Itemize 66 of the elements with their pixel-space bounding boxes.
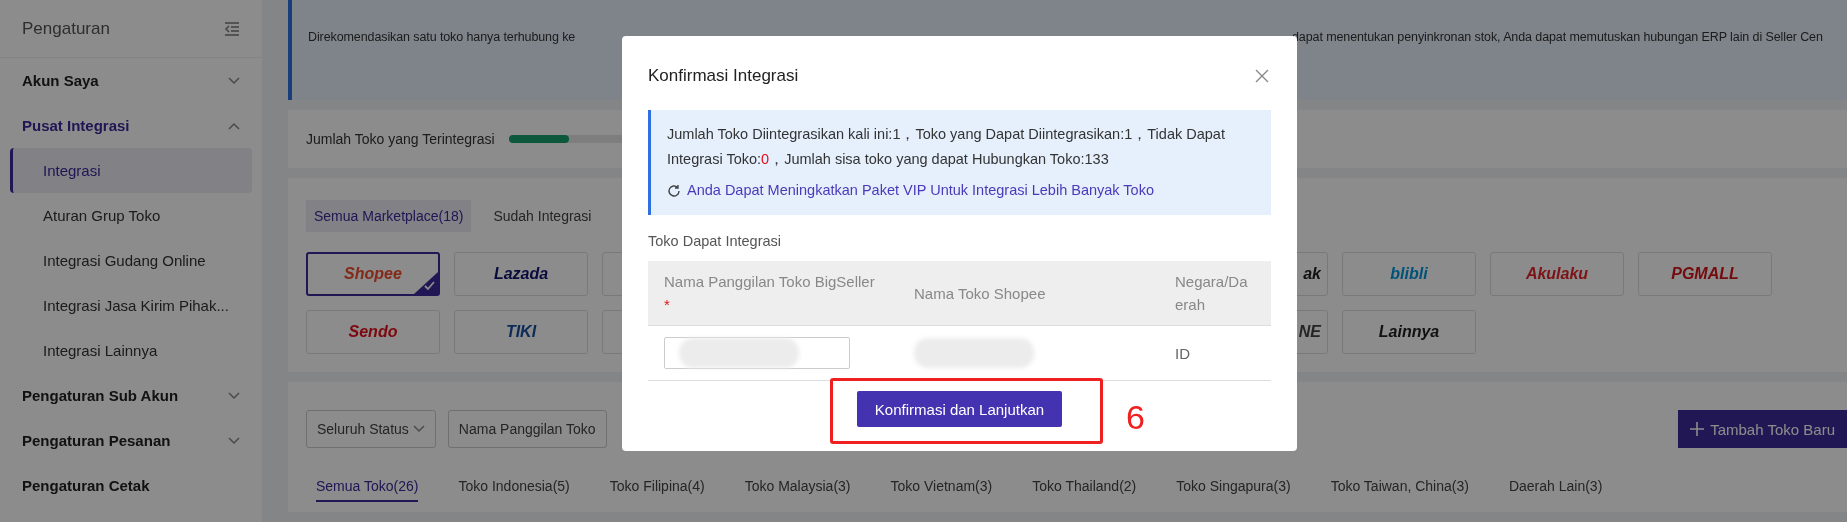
count-label: Jumlah Toko yang Terintegrasi bbox=[306, 131, 495, 147]
sidebar-group[interactable]: Pengaturan Sub Akun bbox=[0, 373, 262, 418]
confirm-button[interactable]: Konfirmasi dan Lanjutkan bbox=[856, 391, 1063, 427]
table-cell: ID bbox=[1159, 325, 1271, 381]
close-button[interactable] bbox=[1253, 67, 1271, 85]
chevron-down-icon bbox=[228, 391, 240, 400]
section-title: Toko Dapat Integrasi bbox=[648, 233, 782, 249]
store-tab[interactable]: Daerah Lain(3) bbox=[1508, 472, 1603, 502]
marketplace-tile[interactable]: Akulaku bbox=[1490, 252, 1624, 296]
sidebar-group[interactable]: Pengaturan Cetak bbox=[0, 463, 262, 508]
marketplace-logo: Shopee bbox=[344, 265, 402, 283]
info-text: Jumlah Toko Diintegrasikan kali ini:1，Toko yang Dapat Diintegrasikan:1，Tidak Dapat Integrasi Toko:0，Jumlah sisa toko yang dapat Hubungkan Toko:133 bbox=[667, 125, 1226, 169]
marketplace-tile[interactable]: PGMALL bbox=[1638, 252, 1772, 296]
marketplace-logo: Sendo bbox=[348, 323, 398, 341]
field-select[interactable]: Nama Panggilan Toko bbox=[447, 410, 607, 448]
nickname-field[interactable] bbox=[664, 337, 850, 369]
sidebar-item[interactable]: Aturan Grup Toko bbox=[10, 193, 252, 238]
marketplace-logo: ak bbox=[1303, 265, 1321, 283]
store-tab[interactable]: Toko Singapura(3) bbox=[1176, 472, 1291, 502]
marketplace-tile[interactable]: Shopee bbox=[306, 252, 440, 296]
marketplace-logo: blibli bbox=[1390, 265, 1428, 283]
marketplace-logo: Lazada bbox=[493, 265, 549, 283]
sidebar-item[interactable]: Integrasi Lainnya bbox=[10, 328, 252, 373]
marketplace-tile[interactable]: Lazada bbox=[454, 252, 588, 296]
status-select[interactable]: Seluruh Status bbox=[306, 410, 436, 448]
chevron-up-icon bbox=[228, 121, 240, 130]
marketplace-tile[interactable]: Lainnya bbox=[1342, 310, 1476, 354]
sidebar-group[interactable]: Akun Saya bbox=[0, 58, 262, 103]
marketplace-logo: Lainnya bbox=[1378, 323, 1440, 341]
chevron-down-icon bbox=[228, 436, 240, 445]
store-tab[interactable]: Toko Malaysia(3) bbox=[744, 472, 851, 502]
sidebar-title: Pengaturan bbox=[22, 18, 110, 39]
sidebar-group[interactable]: Pengaturan Pesanan bbox=[0, 418, 262, 463]
store-tab[interactable]: Toko Taiwan, China(3) bbox=[1330, 472, 1469, 502]
refresh-icon[interactable] bbox=[667, 183, 681, 198]
step-number: 6 bbox=[1126, 398, 1145, 437]
plus-icon bbox=[1690, 422, 1705, 436]
upgrade-link[interactable]: Anda Dapat Meningkatkan Paket VIP Untuk Integrasi Lebih Banyak Toko bbox=[687, 178, 1154, 203]
store-tab[interactable]: Semua Toko(26) bbox=[316, 472, 419, 502]
marketplace-logo: PGMALL bbox=[1671, 265, 1739, 283]
notice-text: Direkomendasikan satu toko hanya terhubung ke bbox=[308, 30, 577, 44]
sidebar-group[interactable]: Pusat Integrasi bbox=[0, 103, 262, 148]
marketplace-logo: NE bbox=[1298, 323, 1321, 341]
marketplace-tile[interactable]: blibli bbox=[1342, 252, 1476, 296]
store-tab[interactable]: Toko Filipina(4) bbox=[609, 472, 705, 502]
chevron-down-icon bbox=[228, 76, 240, 85]
sidebar-item[interactable]: Integrasi Jasa Kirim Pihak... bbox=[10, 283, 252, 328]
collapse-menu-icon[interactable] bbox=[224, 21, 240, 36]
marketplace-logo: Akulaku bbox=[1525, 265, 1589, 283]
column-header: Negara/Daerah bbox=[1159, 261, 1271, 325]
marketplace-tile[interactable]: TIKI bbox=[454, 310, 588, 354]
marketplace-tab[interactable]: Sudah Integrasi bbox=[485, 200, 600, 232]
marketplace-tile[interactable]: Sendo bbox=[306, 310, 440, 354]
sidebar-item[interactable]: Integrasi Gudang Online bbox=[10, 238, 252, 283]
dialog-title: Konfirmasi Integrasi bbox=[648, 66, 799, 86]
store-tab[interactable]: Toko Vietnam(3) bbox=[890, 472, 993, 502]
marketplace-tab[interactable]: Semua Marketplace(18) bbox=[306, 200, 472, 232]
marketplace-logo: TIKI bbox=[505, 323, 537, 341]
column-header: Nama Panggilan Toko BigSeller * bbox=[648, 261, 898, 325]
store-tab[interactable]: Toko Indonesia(5) bbox=[458, 472, 570, 502]
add-store-button[interactable]: Tambah Toko Baru bbox=[1678, 410, 1847, 448]
chevron-down-icon bbox=[412, 425, 425, 433]
sidebar-item[interactable]: Integrasi bbox=[10, 148, 252, 193]
column-header: Nama Toko Shopee bbox=[898, 261, 1159, 325]
store-tab[interactable]: Toko Thailand(2) bbox=[1032, 472, 1137, 502]
check-corner-icon bbox=[414, 272, 438, 294]
